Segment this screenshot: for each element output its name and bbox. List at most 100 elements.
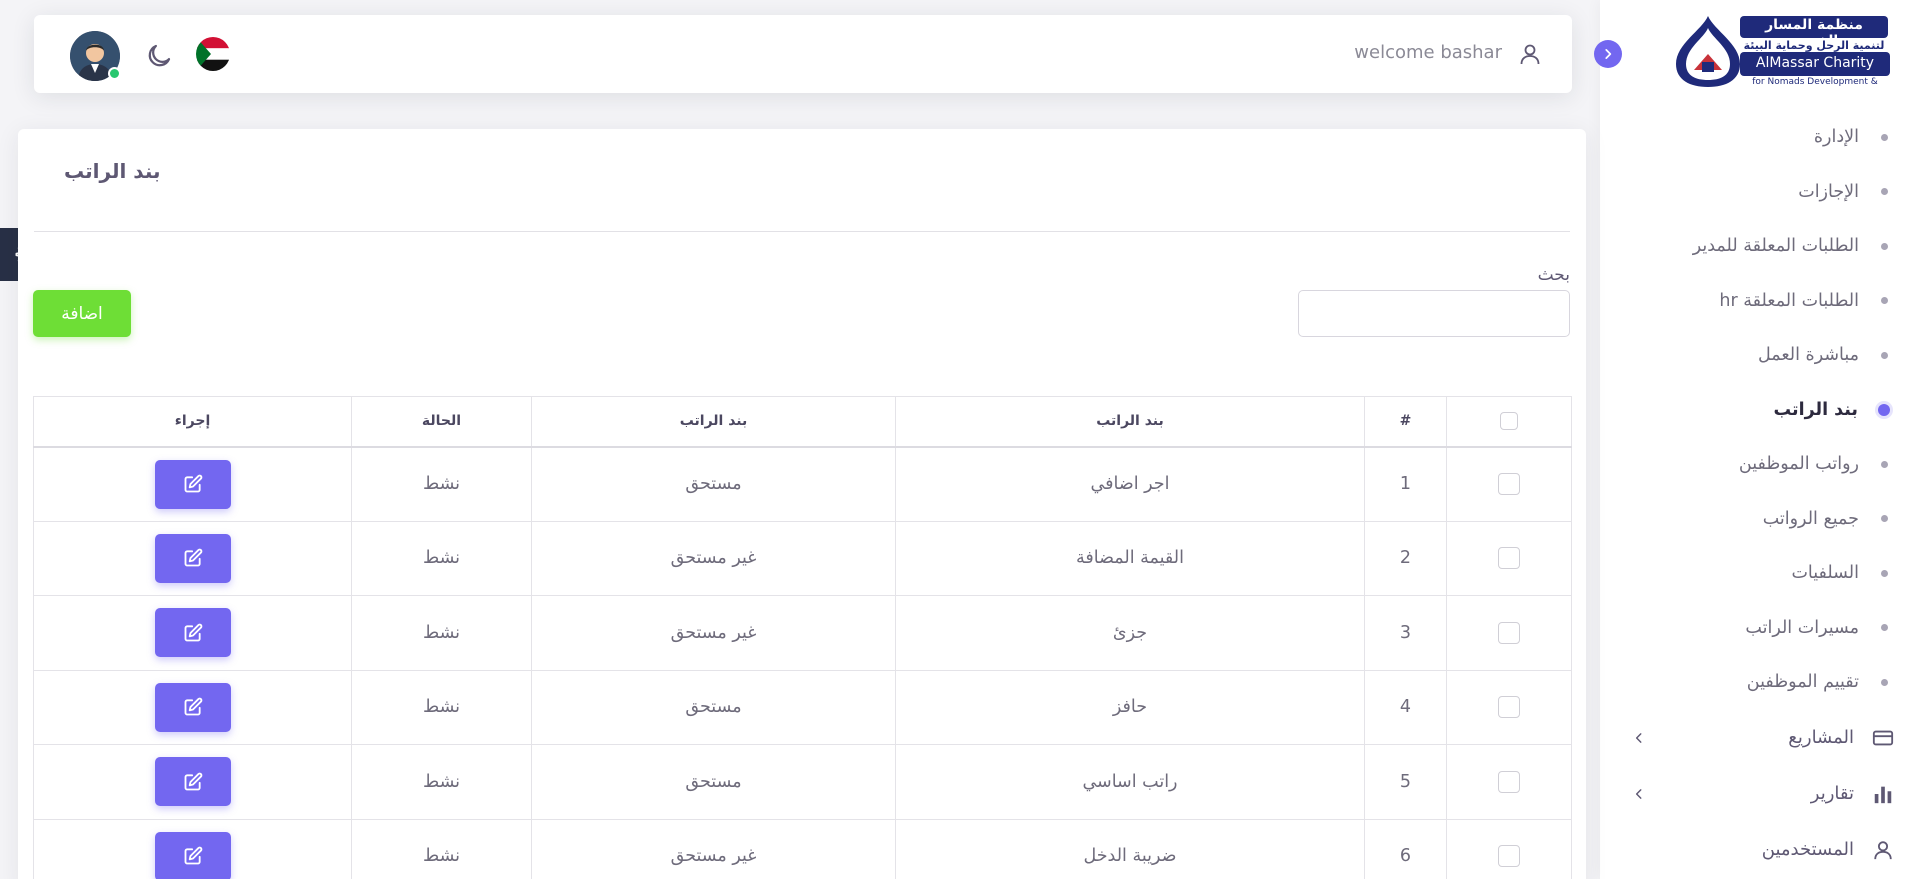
moon-icon[interactable] bbox=[144, 41, 174, 71]
row-number: 4 bbox=[1364, 669, 1447, 745]
table-row: 3 جزئ غير مستحق نشط bbox=[33, 595, 1572, 671]
row-checkbox[interactable] bbox=[1498, 473, 1520, 495]
circle-icon bbox=[1881, 678, 1888, 686]
circle-icon bbox=[1881, 351, 1888, 359]
edit-icon bbox=[184, 474, 202, 493]
salary-items-card: بند الراتب بحث اضافة # بند الراتب بند ال… bbox=[18, 129, 1586, 879]
row-checkbox[interactable] bbox=[1498, 845, 1520, 868]
brand-english-name: AlMassar Charity bbox=[1755, 55, 1875, 71]
row-status: نشط bbox=[351, 669, 532, 745]
table-row: 6 ضريبة الدخل غير مستحق نشط bbox=[33, 818, 1572, 879]
row-checkbox[interactable] bbox=[1498, 696, 1520, 719]
sidebar-item-hr-pending[interactable]: الطلبات المعلقة hr bbox=[1600, 274, 1920, 329]
sidebar-item-label: مباشرة العمل bbox=[1757, 345, 1859, 366]
row-salary-item: جزئ bbox=[895, 595, 1365, 671]
brand-arabic-subtitle: لتنمية الرحل وحماية البيئة bbox=[1743, 39, 1885, 52]
row-number: 3 bbox=[1364, 595, 1447, 671]
sidebar-item-manager-pending[interactable]: الطلبات المعلقة للمدير bbox=[1600, 219, 1920, 274]
table-header-row: # بند الراتب بند الراتب الحالة إجراء bbox=[33, 396, 1572, 448]
circle-icon bbox=[1881, 624, 1888, 632]
table-row: 2 القيمة المضافة غير مستحق نشط bbox=[33, 520, 1572, 596]
row-number: 2 bbox=[1364, 520, 1447, 596]
sidebar: منظمة المسار الخيرية لتنمية الرحل وحماية… bbox=[1594, 0, 1920, 879]
sidebar-group-reports[interactable]: تقارير bbox=[1600, 766, 1920, 822]
sidebar-item-label: تقييم الموظفين bbox=[1746, 672, 1859, 693]
sidebar-item-label: رواتب الموظفين bbox=[1738, 454, 1859, 475]
table-row: 1 اجر اضافي مستحق نشط bbox=[33, 446, 1572, 522]
row-salary-type: مستحق bbox=[531, 744, 896, 820]
sidebar-group-label: المشاريع bbox=[1788, 727, 1854, 748]
row-status: نشط bbox=[351, 744, 532, 820]
row-status: نشط bbox=[351, 818, 532, 879]
column-header-status[interactable]: الحالة bbox=[351, 396, 532, 448]
sidebar-item-employee-salaries[interactable]: رواتب الموظفين bbox=[1600, 437, 1920, 492]
sidebar-item-label: بند الراتب bbox=[1773, 399, 1858, 420]
row-salary-item: القيمة المضافة bbox=[895, 520, 1365, 596]
edit-button[interactable] bbox=[154, 459, 231, 509]
column-header-number[interactable]: # bbox=[1364, 396, 1447, 448]
sidebar-item-employee-evaluation[interactable]: تقييم الموظفين bbox=[1600, 655, 1920, 710]
row-number: 6 bbox=[1364, 818, 1447, 879]
row-salary-type: مستحق bbox=[531, 446, 896, 522]
circle-icon bbox=[1878, 403, 1890, 416]
edit-icon bbox=[184, 846, 202, 865]
user-icon[interactable] bbox=[1518, 42, 1542, 66]
search-input[interactable] bbox=[1298, 290, 1570, 337]
brand-logo[interactable]: منظمة المسار الخيرية لتنمية الرحل وحماية… bbox=[1672, 14, 1890, 88]
bar-chart-icon bbox=[1872, 783, 1894, 805]
table-row: 5 راتب اساسي مستحق نشط bbox=[33, 744, 1572, 820]
sidebar-collapse-button[interactable] bbox=[1594, 40, 1622, 68]
sidebar-item-administration[interactable]: الإدارة bbox=[1600, 110, 1920, 165]
circle-icon bbox=[1881, 569, 1888, 577]
divider bbox=[34, 231, 1570, 232]
edit-button[interactable] bbox=[154, 831, 231, 879]
edit-button[interactable] bbox=[154, 608, 231, 658]
sidebar-item-label: الإجازات bbox=[1798, 181, 1859, 202]
row-checkbox[interactable] bbox=[1498, 770, 1520, 793]
row-checkbox[interactable] bbox=[1498, 547, 1520, 570]
sidebar-item-label: الطلبات المعلقة للمدير bbox=[1692, 236, 1859, 257]
sidebar-item-label: السلفيات bbox=[1791, 563, 1859, 584]
sidebar-group-users[interactable]: المستخدمين bbox=[1600, 822, 1920, 878]
row-status: نشط bbox=[351, 595, 532, 671]
row-checkbox[interactable] bbox=[1498, 621, 1520, 644]
row-status: نشط bbox=[351, 446, 532, 522]
user-icon bbox=[1872, 839, 1894, 861]
column-header-salary-item[interactable]: بند الراتب bbox=[895, 396, 1365, 448]
row-salary-item: ضريبة الدخل bbox=[895, 818, 1365, 879]
table-row: 4 حافز مستحق نشط bbox=[33, 669, 1572, 745]
edit-button[interactable] bbox=[154, 533, 231, 583]
sidebar-item-advances[interactable]: السلفيات bbox=[1600, 546, 1920, 601]
edit-button[interactable] bbox=[154, 682, 231, 732]
sidebar-item-all-salaries[interactable]: جميع الرواتب bbox=[1600, 492, 1920, 547]
chevron-left-icon bbox=[1635, 788, 1642, 799]
brand-english-subtitle: for Nomads Development & bbox=[1752, 77, 1878, 87]
edit-button[interactable] bbox=[154, 757, 231, 807]
sidebar-item-work-start[interactable]: مباشرة العمل bbox=[1600, 328, 1920, 383]
column-header-salary-type[interactable]: بند الراتب bbox=[531, 396, 896, 448]
salary-items-table: # بند الراتب بند الراتب الحالة إجراء 1 ا… bbox=[33, 396, 1572, 879]
edit-icon bbox=[184, 548, 202, 567]
credit-card-icon bbox=[1872, 727, 1894, 749]
page-title: بند الراتب bbox=[64, 159, 161, 183]
add-button[interactable]: اضافة bbox=[33, 290, 131, 337]
sidebar-item-salary-items[interactable]: بند الراتب bbox=[1600, 383, 1920, 438]
row-salary-item: اجر اضافي bbox=[895, 446, 1365, 522]
top-navbar: welcome bashar bbox=[34, 15, 1572, 93]
row-number: 5 bbox=[1364, 744, 1447, 820]
circle-icon bbox=[1881, 188, 1888, 196]
circle-icon bbox=[1881, 460, 1888, 468]
sidebar-group-projects[interactable]: المشاريع bbox=[1600, 710, 1920, 766]
row-salary-type: مستحق bbox=[531, 669, 896, 745]
sidebar-item-leaves[interactable]: الإجازات bbox=[1600, 165, 1920, 220]
select-all-cell bbox=[1446, 396, 1572, 448]
sidebar-item-payrolls[interactable]: مسيرات الراتب bbox=[1600, 601, 1920, 656]
edit-icon bbox=[184, 697, 202, 716]
edit-icon bbox=[184, 772, 202, 791]
circle-icon bbox=[1881, 242, 1888, 250]
column-header-action: إجراء bbox=[33, 396, 352, 448]
sidebar-item-label: الإدارة bbox=[1813, 127, 1859, 148]
select-all-checkbox[interactable] bbox=[1500, 412, 1518, 431]
row-salary-type: غير مستحق bbox=[531, 818, 896, 879]
language-flag-icon[interactable] bbox=[196, 37, 230, 71]
